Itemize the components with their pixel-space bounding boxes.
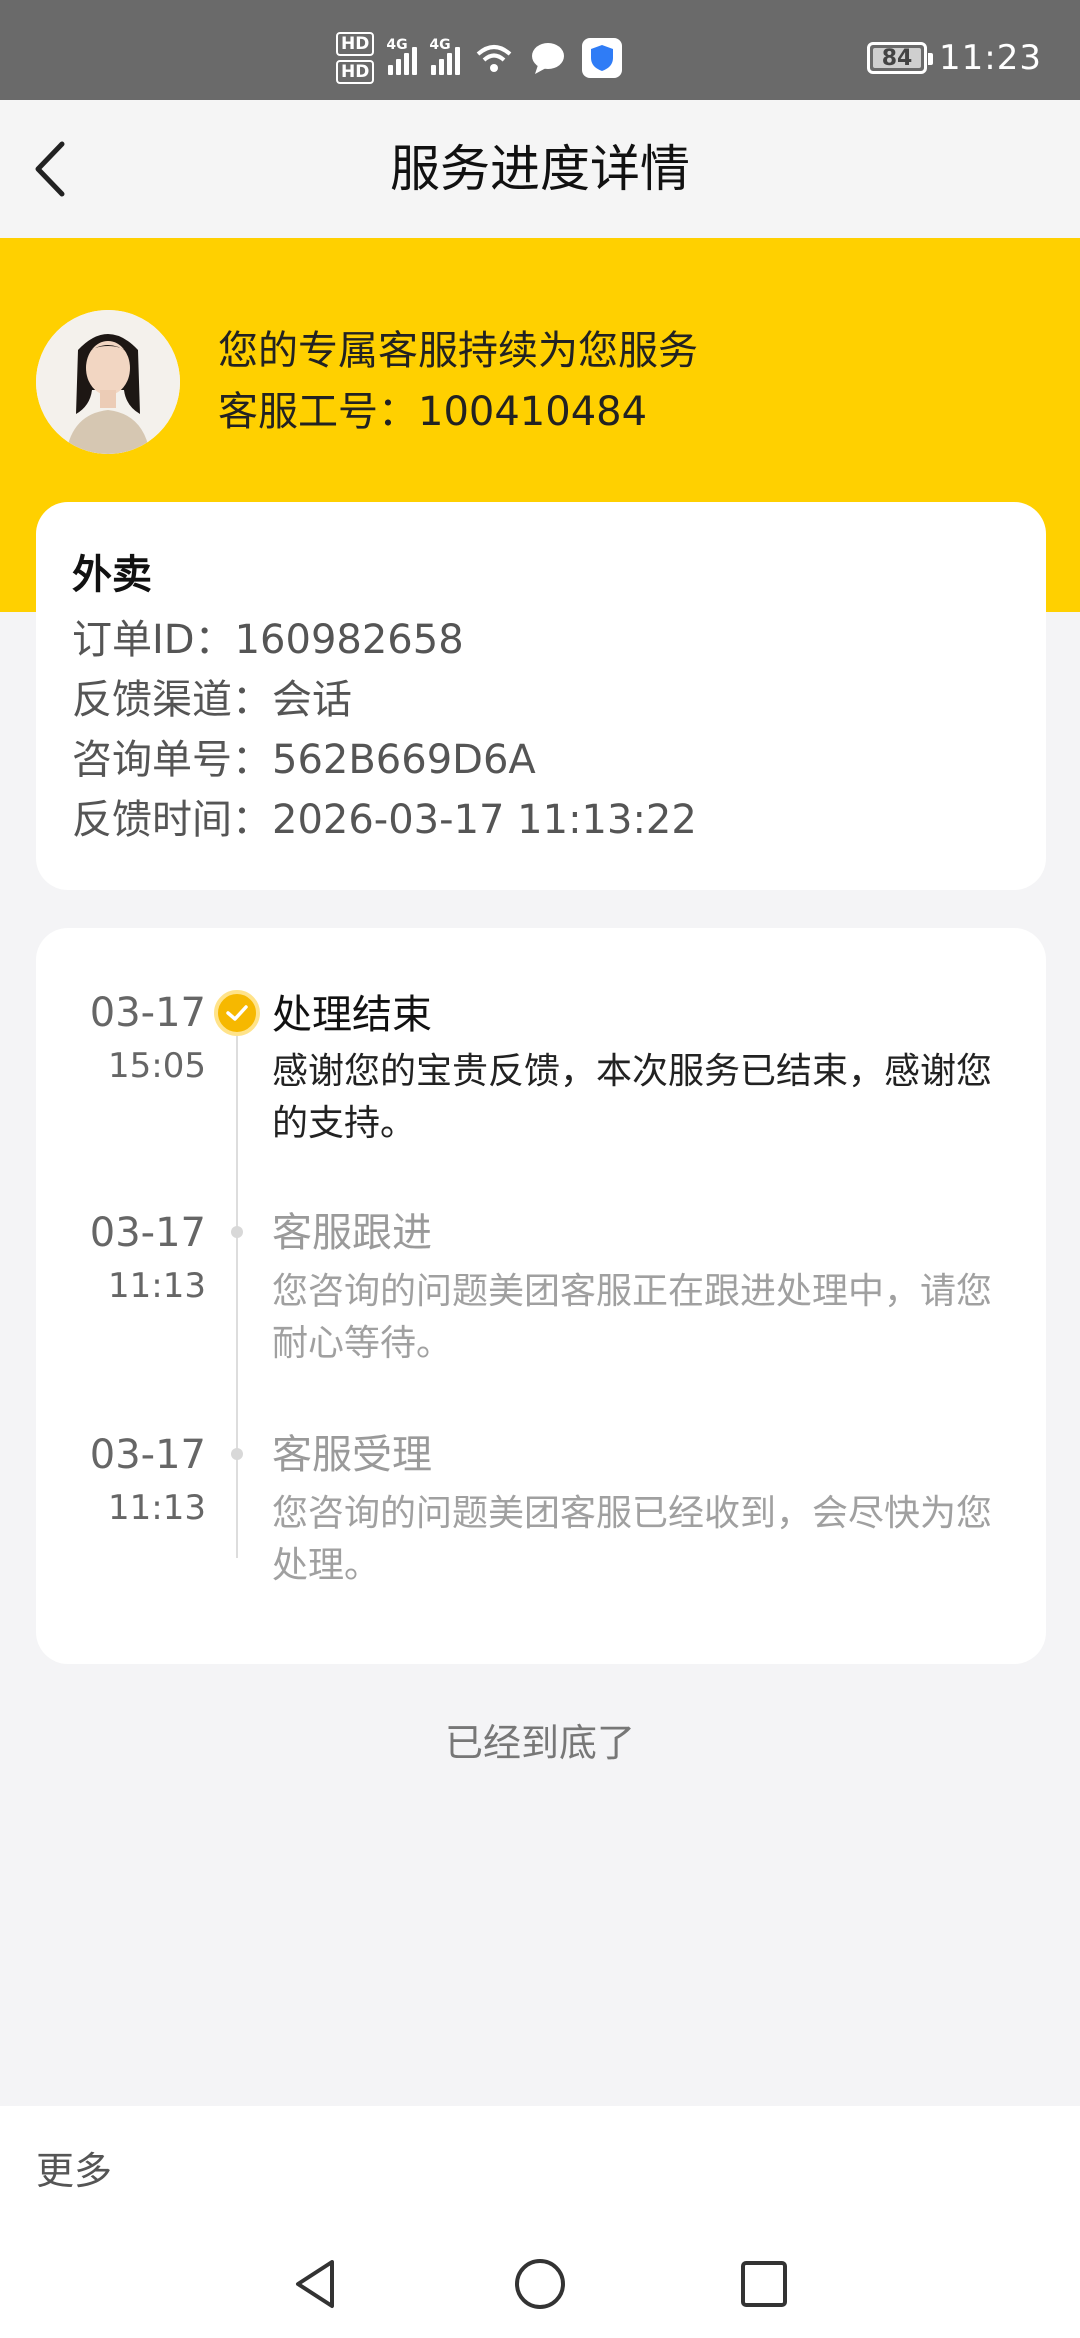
- more-button[interactable]: 更多: [36, 2140, 112, 2195]
- feedback-channel-value: 会话: [272, 677, 352, 723]
- timeline-title: 客服跟进: [272, 1210, 432, 1256]
- bottom-bar: 更多: [0, 2106, 1080, 2338]
- page-title: 服务进度详情: [390, 140, 690, 198]
- agent-message: 您的专属客服持续为您服务: [218, 328, 698, 374]
- inquiry-number-row: 咨询单号：562B669D6A: [72, 734, 536, 786]
- order-category: 外卖: [72, 552, 152, 598]
- order-id-row: 订单ID：160982658: [72, 614, 464, 666]
- timeline-time: 11:13: [108, 1488, 206, 1528]
- agent-avatar: [36, 310, 180, 454]
- inquiry-number-label: 咨询单号：: [72, 737, 272, 783]
- feedback-time-value: 2026-03-17 11:13:22: [272, 797, 697, 843]
- timeline-date: 03-17: [89, 990, 206, 1036]
- inquiry-number-value: 562B669D6A: [272, 737, 536, 783]
- status-time: 11:23: [939, 38, 1042, 78]
- timeline-line: [236, 1020, 238, 1558]
- order-id-value: 160982658: [234, 617, 464, 663]
- timeline-date: 03-17: [89, 1432, 206, 1478]
- hd-label: HD: [336, 60, 375, 84]
- feedback-time-row: 反馈时间：2026-03-17 11:13:22: [72, 794, 697, 846]
- nav-home-icon[interactable]: [510, 2254, 570, 2314]
- status-icons-left: HD HD 4G 4G: [336, 28, 623, 88]
- timeline-title: 处理结束: [272, 992, 432, 1038]
- chat-icon: [528, 38, 568, 78]
- timeline-description: 感谢您的宝贵反馈，本次服务已结束，感谢您的支持。: [272, 1051, 993, 1144]
- timeline-description: 您咨询的问题美团客服已经收到，会尽快为您处理。: [272, 1493, 993, 1586]
- nav-recents-icon[interactable]: [734, 2254, 794, 2314]
- timeline-time: 15:05: [108, 1046, 206, 1086]
- end-of-list-text: 已经到底了: [444, 1721, 635, 1765]
- feedback-channel-row: 反馈渠道：会话: [72, 674, 352, 726]
- status-icons-right: 84 11:23: [867, 28, 1042, 88]
- hd-label: HD: [336, 32, 375, 56]
- feedback-channel-label: 反馈渠道：: [72, 677, 272, 723]
- timeline-date: 03-17: [89, 1210, 206, 1256]
- check-icon: [214, 990, 260, 1036]
- signal-type-label: 4G: [386, 37, 408, 53]
- nav-back-icon[interactable]: [286, 2254, 346, 2314]
- status-bar: HD HD 4G 4G 84 11:23: [0, 0, 1080, 100]
- shield-icon: [582, 38, 623, 78]
- battery-icon: 84: [867, 42, 934, 74]
- app-header: 服务进度详情: [0, 100, 1080, 238]
- signal-type-label: 4G: [429, 37, 451, 53]
- progress-timeline-card: 03-17 15:05 处理结束 感谢您的宝贵反馈，本次服务已结束，感谢您的支持…: [36, 928, 1046, 1664]
- order-info-card: 外卖 订单ID：160982658 反馈渠道：会话 咨询单号：562B669D6…: [36, 502, 1046, 890]
- timeline-time: 11:13: [108, 1266, 206, 1306]
- agent-id: 客服工号：100410484: [218, 389, 648, 435]
- signal-icon: 4G: [429, 37, 461, 75]
- timeline-dot: [231, 1226, 243, 1238]
- timeline-title: 客服受理: [272, 1432, 432, 1478]
- order-id-label: 订单ID：: [72, 617, 235, 663]
- battery-level: 84: [881, 45, 913, 71]
- signal-icon: 4G: [386, 37, 418, 75]
- timeline-dot: [231, 1448, 243, 1460]
- timeline-description: 您咨询的问题美团客服正在跟进处理中，请您耐心等待。: [272, 1271, 993, 1364]
- feedback-time-label: 反馈时间：: [72, 797, 272, 843]
- wifi-icon: [474, 38, 514, 78]
- hd-icon: HD HD: [336, 32, 375, 84]
